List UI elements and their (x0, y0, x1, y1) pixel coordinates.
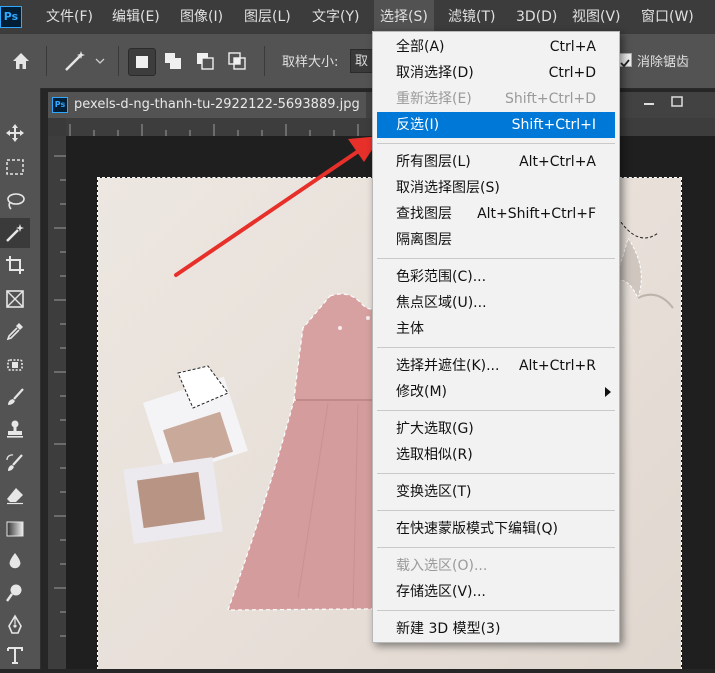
select-menu-item[interactable]: 查找图层 Alt+Shift+Ctrl+F (373, 201, 619, 227)
menu-item-label: 所有图层(L) (396, 154, 471, 170)
menu-item-shortcut: Shift+Ctrl+D (505, 91, 596, 107)
select-menu-item[interactable]: 载入选区(O)... (373, 553, 619, 579)
select-menu-item[interactable]: 新建 3D 模型(3) (373, 616, 619, 642)
menu-separator (377, 473, 615, 474)
menu-item-label: 焦点区域(U)... (396, 295, 487, 311)
select-menu-item[interactable]: 焦点区域(U)... (373, 290, 619, 316)
menu-separator (377, 547, 615, 548)
select-menu-item[interactable]: 全部(A) Ctrl+A (373, 34, 619, 60)
menu-item-label: 色彩范围(C)... (396, 269, 487, 285)
select-menu-item[interactable]: 修改(M) (373, 379, 619, 405)
menu-item-label: 选取相似(R) (396, 447, 473, 463)
select-menu-item[interactable]: 所有图层(L) Alt+Ctrl+A (373, 149, 619, 175)
select-menu-item[interactable]: 存储选区(V)... (373, 579, 619, 605)
select-menu-item[interactable]: 取消选择图层(S) (373, 175, 619, 201)
menu-item-shortcut: Alt+Shift+Ctrl+F (477, 206, 596, 222)
menu-item-label: 在快速蒙版模式下编辑(Q) (396, 521, 558, 537)
menu-separator (377, 610, 615, 611)
select-menu-item[interactable]: 扩大选取(G) (373, 416, 619, 442)
menu-separator (377, 143, 615, 144)
select-menu-item[interactable]: 主体 (373, 316, 619, 342)
select-menu-item[interactable]: 重新选择(E) Shift+Ctrl+D (373, 86, 619, 112)
select-menu-item[interactable]: 选取相似(R) (373, 442, 619, 468)
menu-item-label: 修改(M) (396, 384, 448, 400)
menu-item-label: 变换选区(T) (396, 484, 472, 500)
menu-item-shortcut: Ctrl+D (548, 65, 596, 81)
menu-item-label: 取消选择图层(S) (396, 180, 500, 196)
select-menu-item[interactable]: 在快速蒙版模式下编辑(Q) (373, 516, 619, 542)
menu-separator (377, 347, 615, 348)
menu-item-label: 新建 3D 模型(3) (396, 621, 501, 637)
select-menu-item[interactable]: 隔离图层 (373, 227, 619, 253)
menu-item-label: 隔离图层 (396, 232, 452, 248)
menu-item-label: 扩大选取(G) (396, 421, 474, 437)
submenu-arrow-icon (605, 387, 611, 397)
menu-item-shortcut: Shift+Ctrl+I (511, 117, 596, 133)
menu-item-label: 全部(A) (396, 39, 445, 55)
menu-item-shortcut: Alt+Ctrl+A (519, 154, 596, 170)
menu-item-label: 存储选区(V)... (396, 584, 486, 600)
menu-separator (377, 258, 615, 259)
menu-item-label: 重新选择(E) (396, 91, 472, 107)
menu-item-label: 载入选区(O)... (396, 558, 488, 574)
menu-separator (377, 510, 615, 511)
menu-item-shortcut: Alt+Ctrl+R (518, 358, 596, 374)
menu-item-label: 查找图层 (396, 206, 452, 222)
select-menu-dropdown: 全部(A) Ctrl+A 取消选择(D) Ctrl+D 重新选择(E) Shift+Ctr… (372, 31, 620, 643)
menu-item-label: 取消选择(D) (396, 65, 474, 81)
menu-item-label: 主体 (396, 321, 424, 337)
select-menu-item[interactable]: 反选(I) Shift+Ctrl+I (377, 112, 615, 138)
menu-item-label: 反选(I) (396, 117, 440, 133)
menu-item-label: 选择并遮住(K)... (396, 358, 500, 374)
select-menu-item[interactable]: 选择并遮住(K)... Alt+Ctrl+R (373, 353, 619, 379)
select-menu-item[interactable]: 取消选择(D) Ctrl+D (373, 60, 619, 86)
menu-separator (377, 410, 615, 411)
menu-item-shortcut: Ctrl+A (549, 39, 596, 55)
select-menu-item[interactable]: 变换选区(T) (373, 479, 619, 505)
select-menu-item[interactable]: 色彩范围(C)... (373, 264, 619, 290)
